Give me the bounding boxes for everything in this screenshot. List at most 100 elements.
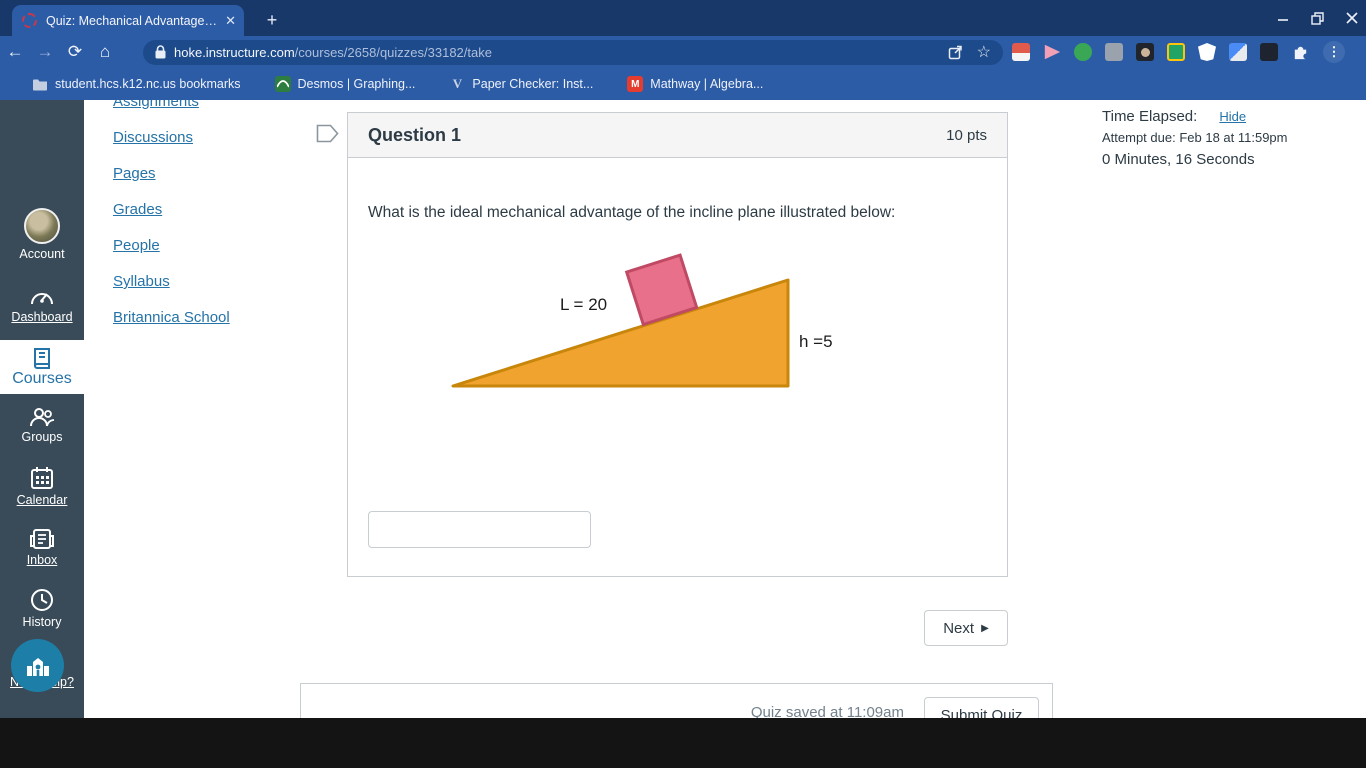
home-icon[interactable]: ⌂ [90,42,120,62]
incline-triangle [451,278,790,388]
sidebar-item-label: Calendar [16,493,68,507]
inbox-icon [30,529,54,549]
submit-quiz-button[interactable]: Submit Quiz [924,697,1039,718]
extension-shield-icon[interactable] [1198,43,1216,61]
extensions-row: ⋮ [1012,36,1345,68]
timer-panel: Time Elapsed: Hide Attempt due: Feb 18 a… [1102,108,1362,168]
sidebar-item-dashboard[interactable]: Dashboard [0,285,84,324]
bookmark-desmos[interactable]: Desmos | Graphing... [274,76,416,92]
hide-timer-link[interactable]: Hide [1219,109,1246,124]
bookmark-label: Mathway | Algebra... [650,77,764,91]
folder-icon [33,79,47,90]
courses-book-icon [34,348,50,369]
course-nav-assignments[interactable]: Assignments [113,100,199,110]
bookmark-folder[interactable]: student.hcs.k12.nc.us bookmarks [32,77,241,91]
sidebar-item-groups[interactable]: Groups [0,407,84,444]
course-nav-britannica[interactable]: Britannica School [113,309,230,326]
course-nav-pages[interactable]: Pages [113,165,156,182]
next-caret-icon: ▶ [981,622,989,634]
taskbar: P [0,718,1366,768]
figure-length-label: L = 20 [560,295,607,314]
question-title: Question 1 [368,124,462,145]
calendar-icon [31,467,53,489]
elapsed-time-text: 0 Minutes, 16 Seconds [1102,151,1255,168]
question-text: What is the ideal mechanical advantage o… [368,204,896,221]
sidebar-item-history[interactable]: History [0,588,84,629]
attempt-due-text: Attempt due: Feb 18 at 11:59pm [1102,130,1288,145]
browser-toolbar: ← → ⟳ ⌂ hoke.instructure.com/courses/265… [0,36,1366,68]
bookmark-paper-checker[interactable]: V Paper Checker: Inst... [449,76,594,92]
url-host: hoke.instructure.com [174,44,295,60]
sidebar-item-courses[interactable]: Courses [0,340,84,394]
window-controls [1277,0,1358,36]
minimize-icon[interactable] [1277,12,1289,24]
extension-play-icon[interactable] [1044,44,1061,60]
tab-title: Quiz: Mechanical Advantage Pro [46,13,220,28]
sidebar-item-label: Inbox [26,553,58,567]
school-building-icon [26,657,49,676]
extensions-puzzle-icon[interactable] [1291,43,1310,62]
classlink-help-button[interactable] [11,639,64,692]
screen: Quiz: Mechanical Advantage Pro ✕ + ← → ⟳… [0,0,1366,768]
reload-icon[interactable]: ⟳ [60,42,90,62]
question-header: Question 1 10 pts [348,113,1007,158]
open-in-new-icon[interactable] [948,45,963,60]
close-window-icon[interactable] [1346,12,1358,24]
mathway-icon: M [627,76,644,92]
next-label: Next [943,619,975,637]
canvas-global-nav: Account Dashboard Courses Groups Calenda… [0,100,84,718]
quiz-footer: Quiz saved at 11:09am Submit Quiz [300,683,1053,718]
tab-favicon-icon [22,13,37,28]
paper-checker-icon: V [452,76,463,91]
sidebar-item-inbox[interactable]: Inbox [0,528,84,567]
tab-close-icon[interactable]: ✕ [225,13,236,29]
figure-height-label: h =5 [799,332,833,351]
bookmark-label: Desmos | Graphing... [297,77,416,91]
bookmark-label: Paper Checker: Inst... [472,77,594,91]
sidebar-item-label: Groups [21,430,63,444]
desmos-icon [274,76,291,92]
extension-photos-icon[interactable] [1012,43,1030,61]
avatar [24,208,60,244]
lock-icon [155,45,166,59]
dashboard-icon [31,293,53,305]
quiz-saved-status: Quiz saved at 11:09am [750,704,904,718]
sidebar-item-label: Account [19,247,65,261]
next-button[interactable]: Next ▶ [924,610,1008,646]
extension-classroom-icon[interactable] [1167,43,1185,61]
url-path: /courses/2658/quizzes/33182/take [294,44,492,60]
course-nav-discussions[interactable]: Discussions [113,129,193,146]
extension-stack-icon[interactable] [1105,43,1123,61]
sidebar-item-label: Courses [12,370,72,387]
sidebar-item-label: History [22,615,62,629]
course-nav-grades[interactable]: Grades [113,201,162,218]
page-content: Account Dashboard Courses Groups Calenda… [0,100,1366,718]
extension-green-dot-icon[interactable] [1074,43,1092,61]
extension-badge-icon[interactable] [1260,43,1278,61]
time-elapsed-label: Time Elapsed: [1102,108,1198,125]
question-points: 10 pts [946,126,987,144]
history-clock-icon [31,589,53,611]
sidebar-item-account[interactable]: Account [0,208,84,261]
course-nav-syllabus[interactable]: Syllabus [113,273,170,290]
groups-icon [30,408,55,427]
extension-translate-icon[interactable] [1229,43,1247,61]
bookmark-mathway[interactable]: M Mathway | Algebra... [627,76,763,92]
question-flag-icon[interactable] [316,124,339,143]
browser-tab[interactable]: Quiz: Mechanical Advantage Pro ✕ [12,5,244,36]
course-nav-people[interactable]: People [113,237,160,254]
restore-icon[interactable] [1311,11,1324,25]
sidebar-item-label: Dashboard [11,310,73,324]
new-tab-button[interactable]: + [260,8,284,32]
browser-menu-icon[interactable]: ⋮ [1323,41,1345,63]
window-frame: Quiz: Mechanical Advantage Pro ✕ + [0,0,1366,36]
answer-input[interactable] [368,511,591,548]
incline-plane-figure: L = 20 h =5 [451,253,833,388]
forward-icon[interactable]: → [30,42,60,62]
bookmark-star-icon[interactable]: ☆ [977,42,991,62]
bookmark-label: student.hcs.k12.nc.us bookmarks [55,77,241,91]
address-bar[interactable]: hoke.instructure.com/courses/2658/quizze… [143,39,1003,65]
back-icon[interactable]: ← [0,42,30,62]
question-panel: Question 1 10 pts What is the ideal mech… [347,112,1008,577]
sidebar-item-calendar[interactable]: Calendar [0,466,84,507]
